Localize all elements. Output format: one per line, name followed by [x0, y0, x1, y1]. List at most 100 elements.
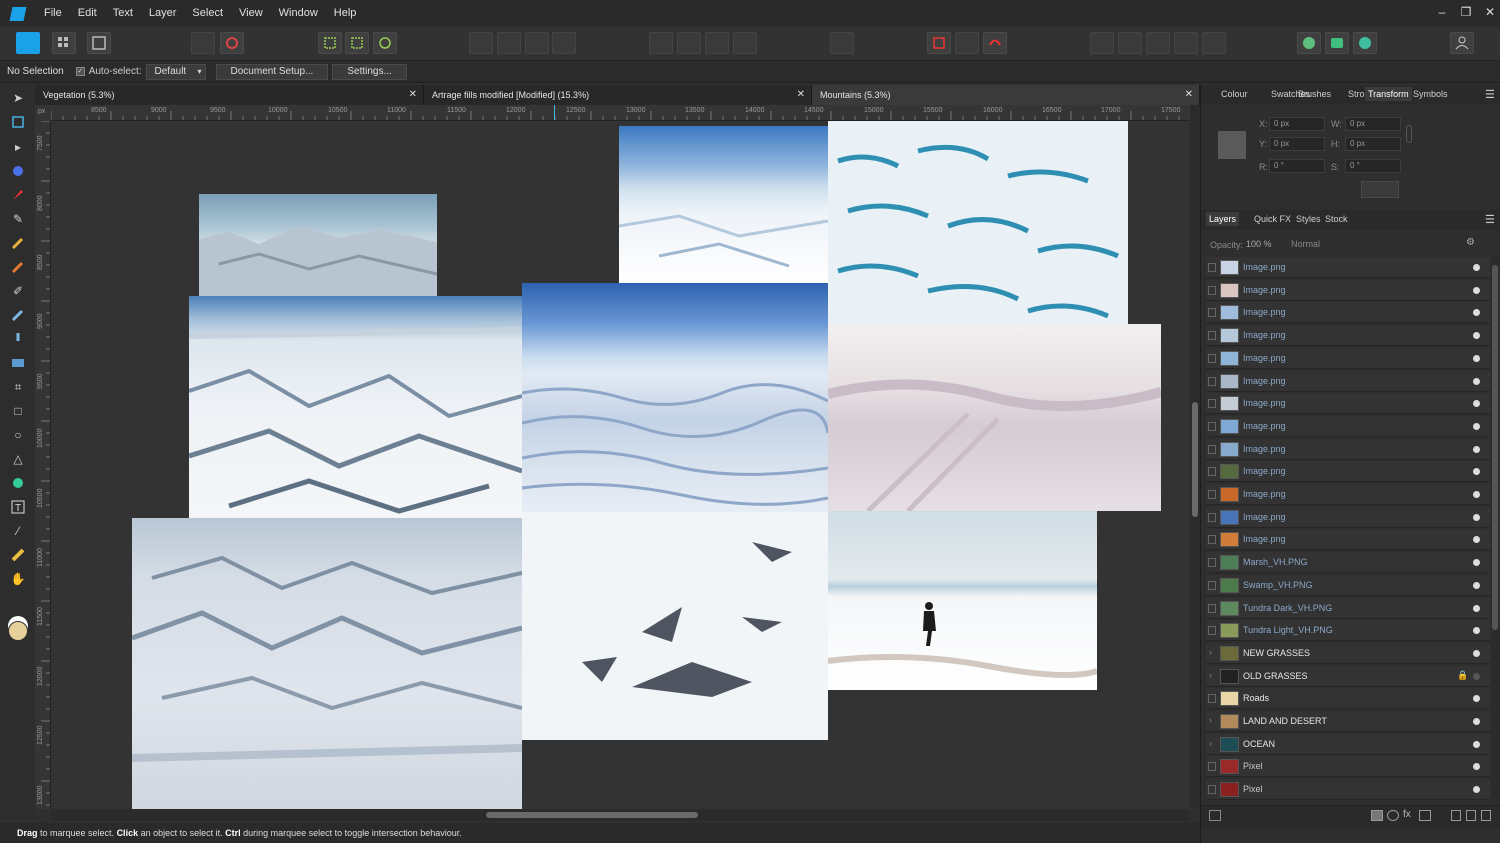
corner-tool-icon[interactable] [9, 162, 27, 180]
layer-row[interactable]: Image.png [1206, 438, 1490, 460]
photo-person-walking-snow[interactable] [828, 511, 1097, 690]
visibility-toggle-icon[interactable] [1473, 309, 1480, 317]
menu-layer[interactable]: Layer [141, 0, 185, 27]
geometry-intersect-icon[interactable] [1146, 32, 1170, 54]
move-tool-icon[interactable]: ➤ [9, 89, 27, 107]
layer-checkbox-icon[interactable] [1208, 785, 1216, 795]
shear-field[interactable]: 0 ° [1345, 159, 1401, 173]
geometry-subtract-icon[interactable] [1118, 32, 1142, 54]
layer-row[interactable]: Roads [1206, 688, 1490, 710]
tab-quick-fx[interactable]: Quick FX [1254, 214, 1291, 224]
layer-checkbox-icon[interactable] [1208, 308, 1216, 318]
place-image-icon[interactable] [9, 330, 27, 348]
visibility-toggle-icon[interactable] [1473, 264, 1480, 271]
visibility-toggle-icon[interactable] [1473, 763, 1480, 771]
lock-aspect-icon[interactable] [1406, 125, 1412, 143]
restore-button[interactable]: ❐ [1454, 0, 1478, 27]
flip-icon[interactable] [830, 32, 854, 54]
layer-checkbox-icon[interactable] [1208, 421, 1216, 431]
layer-checkbox-icon[interactable] [1208, 399, 1216, 409]
align-right-icon[interactable] [525, 32, 549, 54]
arrange-forward-icon[interactable] [705, 32, 729, 54]
vertical-scrollbar[interactable] [1190, 105, 1200, 809]
layer-checkbox-icon[interactable] [1208, 467, 1216, 477]
photo-snow-sastrugi-blue[interactable] [828, 121, 1128, 324]
layer-row[interactable]: Image.png [1206, 415, 1490, 437]
scroll-thumb[interactable] [486, 812, 698, 818]
arrange-back-icon[interactable] [649, 32, 673, 54]
triangle-tool-icon[interactable]: △ [9, 450, 27, 468]
h-field[interactable]: 0 px [1345, 137, 1401, 151]
layer-row[interactable]: Image.png [1206, 279, 1490, 301]
visibility-toggle-icon[interactable] [1473, 604, 1480, 612]
snap-object-icon[interactable] [373, 32, 397, 54]
transform-options-button[interactable] [1361, 181, 1399, 198]
lock-icon[interactable]: 🔒 [1457, 670, 1468, 681]
account-user-icon[interactable] [1450, 32, 1474, 54]
group-icon[interactable] [1419, 810, 1431, 821]
layer-checkbox-icon[interactable] [1208, 626, 1216, 636]
colour-picker-icon[interactable] [1353, 32, 1377, 54]
panel-menu-icon[interactable]: ☰ [1485, 88, 1495, 101]
snap-grid-icon[interactable] [345, 32, 369, 54]
visibility-toggle-icon[interactable] [1473, 786, 1480, 794]
layer-row[interactable]: › OCEAN [1206, 733, 1490, 755]
layers-scrollbar[interactable] [1491, 257, 1499, 802]
tab-styles[interactable]: Styles [1296, 214, 1321, 224]
menu-text[interactable]: Text [105, 0, 141, 27]
arrange-front-icon[interactable] [733, 32, 757, 54]
layer-checkbox-icon[interactable] [1208, 580, 1216, 590]
layer-row[interactable]: Image.png [1206, 506, 1490, 528]
photo-misty-snow-tracks[interactable] [828, 324, 1161, 511]
visibility-toggle-icon[interactable] [1473, 649, 1480, 657]
measure-tool-icon[interactable] [9, 546, 27, 564]
tab-transform[interactable]: Transform [1365, 87, 1412, 101]
crop-tool-icon[interactable]: ⌗ [9, 378, 27, 396]
visibility-toggle-icon[interactable] [1473, 740, 1480, 748]
tab-layers[interactable]: Layers [1206, 212, 1240, 226]
distribute-icon[interactable] [552, 32, 576, 54]
photo-snow-field-horizon[interactable] [619, 126, 828, 283]
tab-symbols[interactable]: Symbols [1413, 89, 1448, 99]
fill-colour-swatch[interactable] [8, 621, 28, 641]
export-persona-icon[interactable] [87, 32, 111, 54]
expand-arrow-icon[interactable]: › [1209, 715, 1212, 725]
visibility-toggle-icon[interactable] [1473, 422, 1480, 430]
pixel-persona-icon[interactable] [52, 32, 76, 54]
rectangle-tool-icon[interactable]: □ [9, 402, 27, 420]
paint-brush-icon[interactable] [9, 306, 27, 324]
menu-select[interactable]: Select [184, 0, 231, 27]
layer-checkbox-icon[interactable] [1208, 535, 1216, 545]
visibility-toggle-icon[interactable] [1473, 286, 1480, 294]
w-field[interactable]: 0 px [1345, 117, 1401, 131]
expand-arrow-icon[interactable]: › [1209, 647, 1212, 657]
geometry-add-icon[interactable] [1090, 32, 1114, 54]
preferences-gear-icon[interactable] [220, 32, 244, 54]
opacity-field[interactable]: 100 % [1246, 239, 1272, 249]
align-left-icon[interactable] [469, 32, 493, 54]
geometry-xor-icon[interactable] [1174, 32, 1198, 54]
minimize-button[interactable]: – [1430, 0, 1454, 27]
node-tool-icon[interactable]: ▸ [9, 138, 27, 156]
layer-row[interactable]: Image.png [1206, 257, 1490, 278]
visibility-toggle-icon[interactable] [1473, 627, 1480, 635]
layer-checkbox-icon[interactable] [1208, 490, 1216, 499]
tab-colour[interactable]: Colour [1221, 89, 1248, 99]
visibility-toggle-icon[interactable] [1473, 468, 1480, 476]
layer-fx-icon[interactable] [1209, 810, 1221, 821]
assistant-icon[interactable] [1297, 32, 1321, 54]
autoselect-checkbox[interactable]: ✓ [75, 67, 85, 76]
visibility-toggle-icon[interactable] [1473, 377, 1480, 385]
layer-row[interactable]: Marsh_VH.PNG [1206, 552, 1490, 574]
add-pixel-layer-icon[interactable] [1466, 810, 1476, 821]
visibility-toggle-icon[interactable] [1473, 491, 1480, 498]
layer-row[interactable]: Pixel [1206, 756, 1490, 778]
visibility-toggle-icon[interactable] [1473, 718, 1480, 725]
scroll-thumb[interactable] [1492, 265, 1498, 630]
visibility-toggle-icon[interactable] [1473, 536, 1480, 544]
close-button[interactable]: ✕ [1478, 0, 1500, 27]
geometry-divide-icon[interactable] [1202, 32, 1226, 54]
tab-mountains[interactable]: Mountains (5.3%) ✕ [812, 85, 1200, 105]
scroll-thumb[interactable] [1192, 402, 1198, 517]
layer-checkbox-icon[interactable] [1208, 285, 1216, 295]
